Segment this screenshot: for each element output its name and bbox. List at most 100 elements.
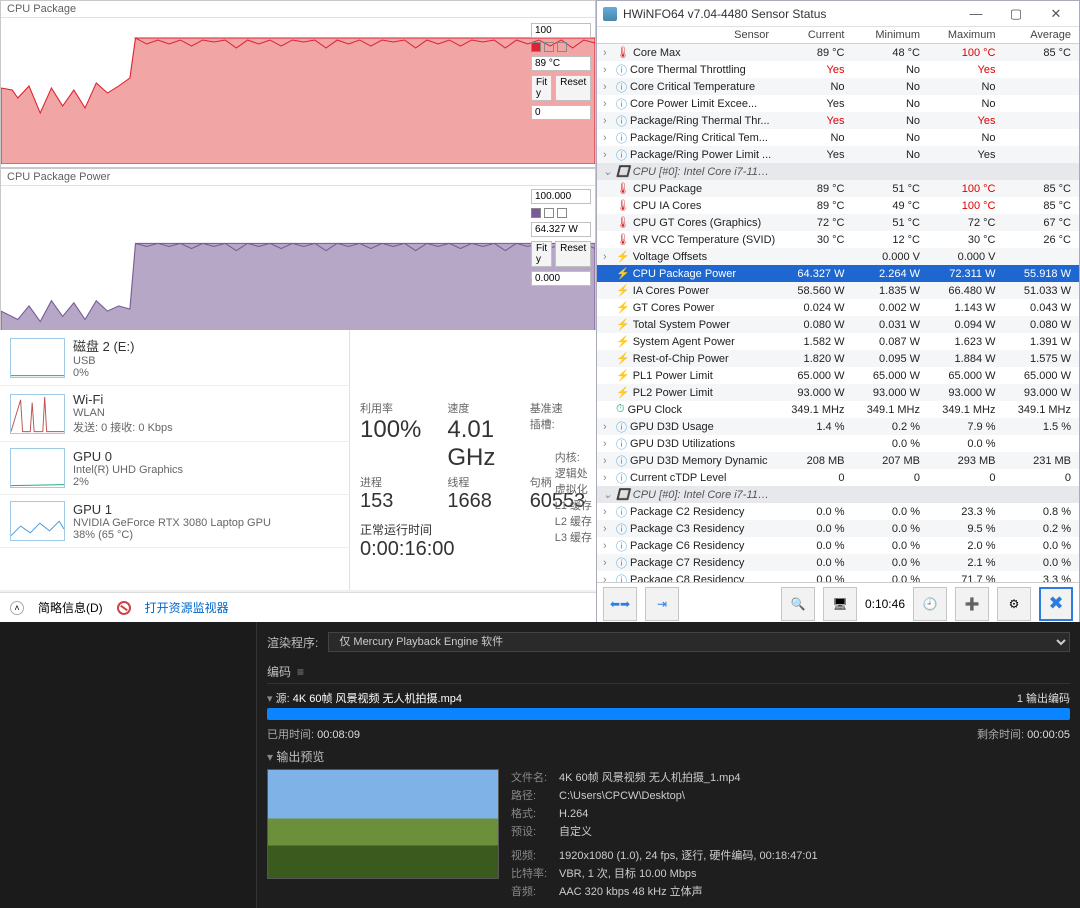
- expand-icon[interactable]: ›: [603, 132, 613, 144]
- add-button[interactable]: ➕: [955, 587, 989, 621]
- settings-button[interactable]: ⚙: [997, 587, 1031, 621]
- hw-sensor-row[interactable]: ›ⓘ Package/Ring Thermal Thr...YesNoYes: [597, 112, 1079, 129]
- hw-sensor-row[interactable]: 🌡 CPU Package89 °C51 °C100 °C85 °C: [597, 180, 1079, 197]
- maximize-button[interactable]: ▢: [999, 6, 1033, 22]
- series-toggle[interactable]: [544, 208, 554, 218]
- disclosure-icon[interactable]: ▾: [267, 750, 276, 764]
- hw-sensor-row[interactable]: ›ⓘ Package/Ring Power Limit ...YesNoYes: [597, 146, 1079, 163]
- expand-icon[interactable]: ›: [603, 81, 613, 93]
- cpu-pkg-power-current: 64.327 W: [531, 222, 591, 237]
- hw-group-header[interactable]: ⌄ 🔲 CPU [#0]: Intel Core i7-11…: [597, 163, 1079, 180]
- expand-icon[interactable]: ›: [603, 523, 613, 535]
- reset-button[interactable]: Reset: [555, 75, 591, 101]
- expand-icon[interactable]: ›: [603, 438, 613, 450]
- meta-bitrate: VBR, 1 次, 目标 10.00 Mbps: [559, 868, 697, 880]
- hw-sensor-row[interactable]: 🌡 CPU GT Cores (Graphics)72 °C51 °C72 °C…: [597, 214, 1079, 231]
- cpu-pkg-power-chart: [1, 186, 595, 332]
- minimize-button[interactable]: —: [959, 6, 993, 21]
- hw-sensor-row[interactable]: ›ⓘ Current cTDP Level0000: [597, 469, 1079, 486]
- expand-icon[interactable]: ›: [603, 98, 613, 110]
- hw-sensor-row[interactable]: ›ⓘ Package C6 Residency0.0 %0.0 %2.0 %0.…: [597, 537, 1079, 554]
- stop-button[interactable]: ✖: [1039, 587, 1073, 621]
- cpu-threads: 1668: [447, 490, 503, 513]
- hw-sensor-row[interactable]: ›ⓘ Package C3 Residency0.0 %0.0 %9.5 %0.…: [597, 520, 1079, 537]
- tm-device-list: 磁盘 2 (E:)USB0% Wi-FiWLAN发送: 0 接收: 0 Kbps…: [0, 330, 350, 590]
- meta-path: C:\Users\CPCW\Desktop\: [559, 790, 685, 802]
- hw-sensor-row[interactable]: ⚡ Rest-of-Chip Power1.820 W0.095 W1.884 …: [597, 350, 1079, 367]
- hw-column-header[interactable]: SensorCurrentMinimumMaximumAverage: [597, 27, 1079, 44]
- hw-sensor-row[interactable]: 🌡 VR VCC Temperature (SVID)30 °C12 °C30 …: [597, 231, 1079, 248]
- close-button[interactable]: ✕: [1039, 6, 1073, 22]
- tm-item-gpu1[interactable]: GPU 1NVIDIA GeForce RTX 3080 Laptop GPU3…: [0, 495, 349, 548]
- meta-video: 1920x1080 (1.0), 24 fps, 逐行, 硬件编码, 00:18…: [559, 850, 818, 862]
- hw-sensor-row[interactable]: ›🌡 Core Max89 °C48 °C100 °C85 °C: [597, 44, 1079, 61]
- search-button[interactable]: 🔍: [781, 587, 815, 621]
- hw-sensor-row[interactable]: ⚡ Total System Power0.080 W0.031 W0.094 …: [597, 316, 1079, 333]
- fit-y-button[interactable]: Fit y: [531, 241, 552, 267]
- cpu-speed: 4.01 GHz: [447, 416, 503, 472]
- hw-sensor-row[interactable]: ⚡ CPU Package Power64.327 W2.264 W72.311…: [597, 265, 1079, 282]
- cpu-processes: 153: [360, 490, 421, 513]
- hw-sensor-row[interactable]: ⚡ GT Cores Power0.024 W0.002 W1.143 W0.0…: [597, 299, 1079, 316]
- cpu-pkg-power-max: 100.000: [531, 189, 591, 204]
- network-button[interactable]: 🖥: [823, 587, 857, 621]
- collapse-icon[interactable]: ˄: [10, 601, 24, 615]
- sparkline-icon: [10, 394, 65, 434]
- nav-back-forward-button[interactable]: ⬅➡: [603, 587, 637, 621]
- open-resmon-link[interactable]: 打开资源监视器: [145, 599, 229, 616]
- hw-sensor-row[interactable]: ›ⓘ Package C2 Residency0.0 %0.0 %23.3 %0…: [597, 503, 1079, 520]
- fit-y-button[interactable]: Fit y: [531, 75, 552, 101]
- hw-sensor-row[interactable]: ⚡ PL2 Power Limit93.000 W93.000 W93.000 …: [597, 384, 1079, 401]
- hw-sensor-row[interactable]: ⏱ GPU Clock349.1 MHz349.1 MHz349.1 MHz34…: [597, 401, 1079, 418]
- hw-sensor-row[interactable]: ›ⓘ Core Critical TemperatureNoNoNo: [597, 78, 1079, 95]
- series-toggle[interactable]: [544, 42, 554, 52]
- expand-icon[interactable]: ›: [603, 574, 613, 583]
- expand-icon[interactable]: ›: [603, 421, 613, 433]
- hw-sensor-row[interactable]: ⚡ System Agent Power1.582 W0.087 W1.623 …: [597, 333, 1079, 350]
- reset-button[interactable]: Reset: [555, 241, 591, 267]
- expand-icon[interactable]: ›: [603, 455, 613, 467]
- expand-icon[interactable]: ›: [603, 506, 613, 518]
- series-toggle[interactable]: [557, 208, 567, 218]
- hw-sensor-row[interactable]: ›⚡ Voltage Offsets0.000 V0.000 V: [597, 248, 1079, 265]
- disclosure-icon[interactable]: ▾: [267, 693, 276, 705]
- expand-icon[interactable]: ›: [603, 557, 613, 569]
- hw-group-header[interactable]: ⌄ 🔲 CPU [#0]: Intel Core i7-11…: [597, 486, 1079, 503]
- meta-preset: 自定义: [559, 826, 592, 838]
- expand-icon[interactable]: ›: [603, 115, 613, 127]
- hw-sensor-row[interactable]: ⚡ PL1 Power Limit65.000 W65.000 W65.000 …: [597, 367, 1079, 384]
- output-count: 1 输出编码: [1017, 690, 1070, 706]
- tm-item-title: GPU 1: [73, 502, 271, 517]
- expand-icon[interactable]: ›: [603, 64, 613, 76]
- hw-sensor-row[interactable]: ›ⓘ Package C8 Residency0.0 %0.0 %71.7 %3…: [597, 571, 1079, 582]
- cpu-pkg-max: 100: [531, 23, 591, 38]
- brief-info-button[interactable]: 简略信息(D): [38, 599, 103, 616]
- clock-button[interactable]: 🕘: [913, 587, 947, 621]
- hw-sensor-row[interactable]: ›ⓘ GPU D3D Memory Dynamic208 MB207 MB293…: [597, 452, 1079, 469]
- cpu-pkg-power-title: CPU Package Power: [1, 169, 595, 186]
- hw-sensor-row[interactable]: ›ⓘ Core Thermal ThrottlingYesNoYes: [597, 61, 1079, 78]
- hw-sensor-row[interactable]: ›ⓘ Package C7 Residency0.0 %0.0 %2.1 %0.…: [597, 554, 1079, 571]
- tm-item-disk2[interactable]: 磁盘 2 (E:)USB0%: [0, 330, 349, 386]
- tm-item-wifi[interactable]: Wi-FiWLAN发送: 0 接收: 0 Kbps: [0, 386, 349, 442]
- hw-sensor-row[interactable]: ›ⓘ Package/Ring Critical Tem...NoNoNo: [597, 129, 1079, 146]
- hw-sensor-row[interactable]: ›ⓘ GPU D3D Utilizations0.0 %0.0 %: [597, 435, 1079, 452]
- hw-sensor-row[interactable]: ›ⓘ GPU D3D Usage1.4 %0.2 %7.9 %1.5 %: [597, 418, 1079, 435]
- hw-sensor-row[interactable]: ›ⓘ Core Power Limit Excee...YesNoNo: [597, 95, 1079, 112]
- tm-item-title: GPU 0: [73, 449, 183, 464]
- series-color-swatch: [531, 42, 541, 52]
- series-toggle[interactable]: [557, 42, 567, 52]
- nav-skip-button[interactable]: ⇥: [645, 587, 679, 621]
- tm-item-gpu0[interactable]: GPU 0Intel(R) UHD Graphics2%: [0, 442, 349, 495]
- expand-icon[interactable]: ›: [603, 251, 613, 263]
- expand-icon[interactable]: ›: [603, 540, 613, 552]
- hwinfo-icon: [603, 7, 617, 21]
- preview-thumbnail: [267, 769, 499, 879]
- expand-icon[interactable]: ›: [603, 472, 613, 484]
- renderer-select[interactable]: 仅 Mercury Playback Engine 软件: [328, 632, 1070, 652]
- expand-icon[interactable]: ›: [603, 47, 613, 59]
- hw-sensor-row[interactable]: ⚡ IA Cores Power58.560 W1.835 W66.480 W5…: [597, 282, 1079, 299]
- hw-sensor-row[interactable]: 🌡 CPU IA Cores89 °C49 °C100 °C85 °C: [597, 197, 1079, 214]
- expand-icon[interactable]: ›: [603, 149, 613, 161]
- remaining-time: 00:00:05: [1027, 729, 1070, 741]
